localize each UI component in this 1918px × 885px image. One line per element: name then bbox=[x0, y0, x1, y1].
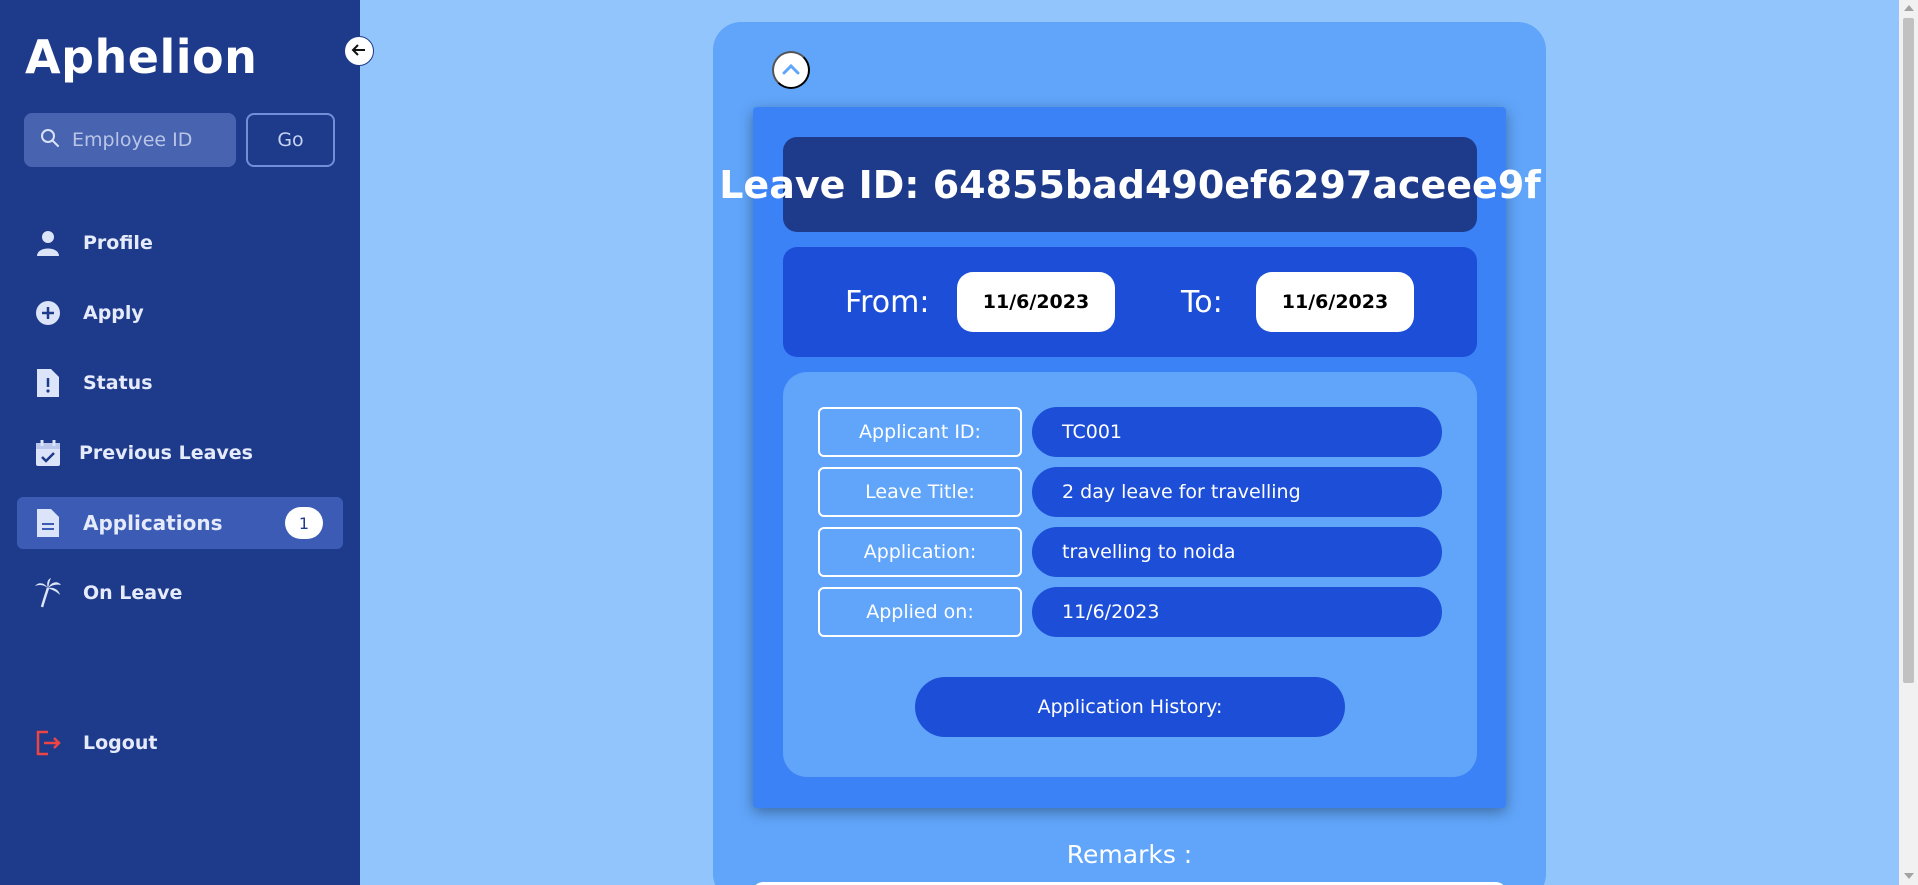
from-date: 11/6/2023 bbox=[957, 272, 1115, 332]
scroll-up-arrow-icon[interactable] bbox=[1904, 5, 1914, 11]
chevron-up-icon bbox=[782, 63, 800, 78]
logout-icon bbox=[33, 728, 63, 758]
applicant-id-label: Applicant ID: bbox=[818, 407, 1022, 457]
sidebar: Aphelion Go Profile Apply Status Previou… bbox=[0, 0, 360, 885]
remarks-label: Remarks : bbox=[1066, 840, 1193, 869]
application-history-button[interactable]: Application History: bbox=[915, 677, 1345, 737]
applicant-id-value: TC001 bbox=[1032, 407, 1442, 457]
sidebar-item-previous-leaves[interactable]: Previous Leaves bbox=[17, 427, 343, 479]
collapse-up-button[interactable] bbox=[772, 51, 810, 89]
sidebar-item-label: Applications bbox=[83, 511, 223, 535]
leave-title-label: Leave Title: bbox=[818, 467, 1022, 517]
sidebar-item-apply[interactable]: Apply bbox=[17, 287, 343, 339]
sidebar-item-logout[interactable]: Logout bbox=[17, 717, 343, 769]
scroll-down-arrow-icon[interactable] bbox=[1904, 873, 1914, 879]
sidebar-item-label: On Leave bbox=[83, 582, 183, 604]
employee-id-input[interactable] bbox=[72, 129, 222, 151]
sidebar-item-profile[interactable]: Profile bbox=[17, 217, 343, 269]
sidebar-item-applications[interactable]: Applications 1 bbox=[17, 497, 343, 549]
applied-on-label: Applied on: bbox=[818, 587, 1022, 637]
person-icon bbox=[33, 228, 63, 258]
from-label: From: bbox=[845, 285, 930, 320]
leave-dates: From: 11/6/2023 To: 11/6/2023 bbox=[783, 247, 1477, 357]
sidebar-item-label: Status bbox=[83, 372, 153, 394]
sidebar-item-label: Apply bbox=[83, 302, 144, 324]
leave-details: Applicant ID: TC001 Leave Title: 2 day l… bbox=[783, 372, 1477, 777]
to-date: 11/6/2023 bbox=[1256, 272, 1414, 332]
sidebar-item-label: Logout bbox=[83, 732, 158, 754]
sidebar-item-on-leave[interactable]: On Leave bbox=[17, 567, 343, 619]
sidebar-item-label: Profile bbox=[83, 232, 153, 254]
sidebar-item-status[interactable]: Status bbox=[17, 357, 343, 409]
leave-title-value: 2 day leave for travelling bbox=[1032, 467, 1442, 517]
application-label: Application: bbox=[818, 527, 1022, 577]
calendar-check-icon bbox=[33, 438, 63, 468]
to-label: To: bbox=[1181, 285, 1223, 320]
go-button[interactable]: Go bbox=[246, 113, 335, 167]
applied-on-value: 11/6/2023 bbox=[1032, 587, 1442, 637]
employee-search-box bbox=[24, 113, 236, 167]
file-alert-icon bbox=[33, 368, 63, 398]
sidebar-item-label: Previous Leaves bbox=[79, 442, 253, 464]
search-icon bbox=[40, 128, 60, 152]
leave-id-title: Leave ID: 64855bad490ef6297aceee9f bbox=[719, 137, 1541, 232]
plus-circle-icon bbox=[33, 298, 63, 328]
collapse-sidebar-button[interactable] bbox=[344, 36, 374, 66]
applications-count-badge: 1 bbox=[285, 507, 323, 539]
app-brand: Aphelion bbox=[25, 30, 258, 84]
palm-tree-icon bbox=[33, 578, 63, 608]
scrollbar-thumb[interactable] bbox=[1903, 18, 1914, 683]
document-icon bbox=[33, 508, 63, 538]
application-value: travelling to noida bbox=[1032, 527, 1442, 577]
arrow-left-icon bbox=[350, 41, 368, 62]
